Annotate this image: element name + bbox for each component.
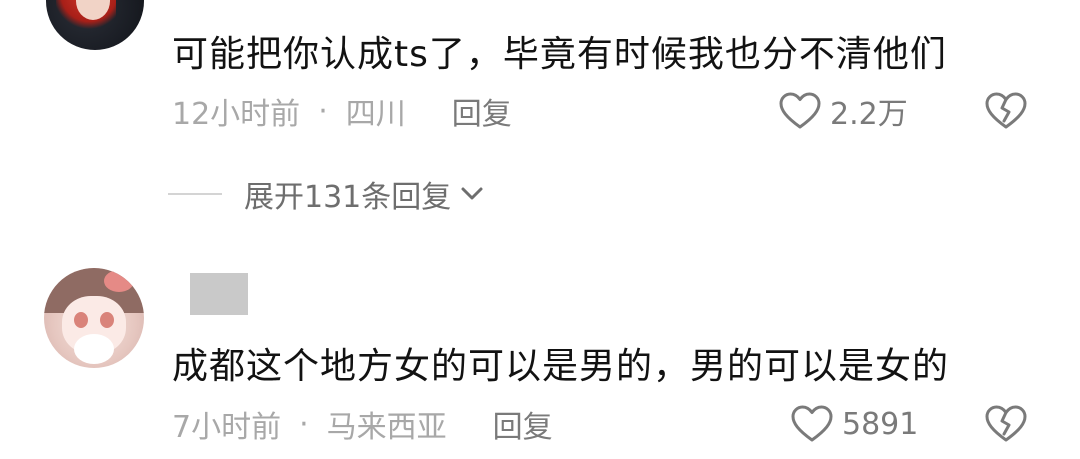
heart-outline-icon xyxy=(791,405,833,442)
broken-heart-icon xyxy=(985,92,1027,129)
reply-button[interactable]: 回复 xyxy=(493,402,553,446)
expand-replies-label: 展开131条回复 xyxy=(244,180,452,215)
comment-list: 可能把你认成ts了，毕竟有时候我也分不清他们 12小时前 · 四川 回复 2.2… xyxy=(0,0,1080,459)
expand-replies-button[interactable]: 展开131条回复 xyxy=(168,174,485,215)
meta-separator: · xyxy=(299,406,309,442)
broken-heart-icon xyxy=(985,405,1027,442)
dislike-button[interactable] xyxy=(984,404,1028,444)
comment-time: 7小时前 xyxy=(172,410,282,445)
heart-outline-icon xyxy=(779,92,821,129)
chevron-down-icon xyxy=(461,187,483,200)
comment-text: 成都这个地方女的可以是男的，男的可以是女的 xyxy=(172,346,950,387)
comment-time: 12小时前 xyxy=(172,97,301,132)
like-button[interactable]: 5891 xyxy=(790,404,918,444)
like-button[interactable]: 2.2万 xyxy=(778,91,908,132)
comment-meta: 7小时前 · 马来西亚 回复 xyxy=(172,402,553,446)
meta-separator: · xyxy=(318,93,328,129)
comment-location: 马来西亚 xyxy=(326,410,447,445)
avatar-bow xyxy=(104,270,134,292)
avatar-plush xyxy=(74,334,114,364)
like-count: 5891 xyxy=(842,406,919,442)
avatar[interactable] xyxy=(44,268,144,368)
dislike-button[interactable] xyxy=(984,91,1028,131)
reply-button[interactable]: 回复 xyxy=(452,89,512,133)
avatar-eye xyxy=(100,312,114,328)
like-count: 2.2万 xyxy=(830,97,908,132)
username-redacted xyxy=(190,273,248,315)
avatar[interactable] xyxy=(46,0,144,50)
divider-line xyxy=(168,193,222,195)
comment-meta: 12小时前 · 四川 回复 xyxy=(172,89,512,133)
avatar-eye xyxy=(74,312,88,328)
comment-text: 可能把你认成ts了，毕竟有时候我也分不清他们 xyxy=(172,34,947,75)
comment-location: 四川 xyxy=(345,97,406,132)
